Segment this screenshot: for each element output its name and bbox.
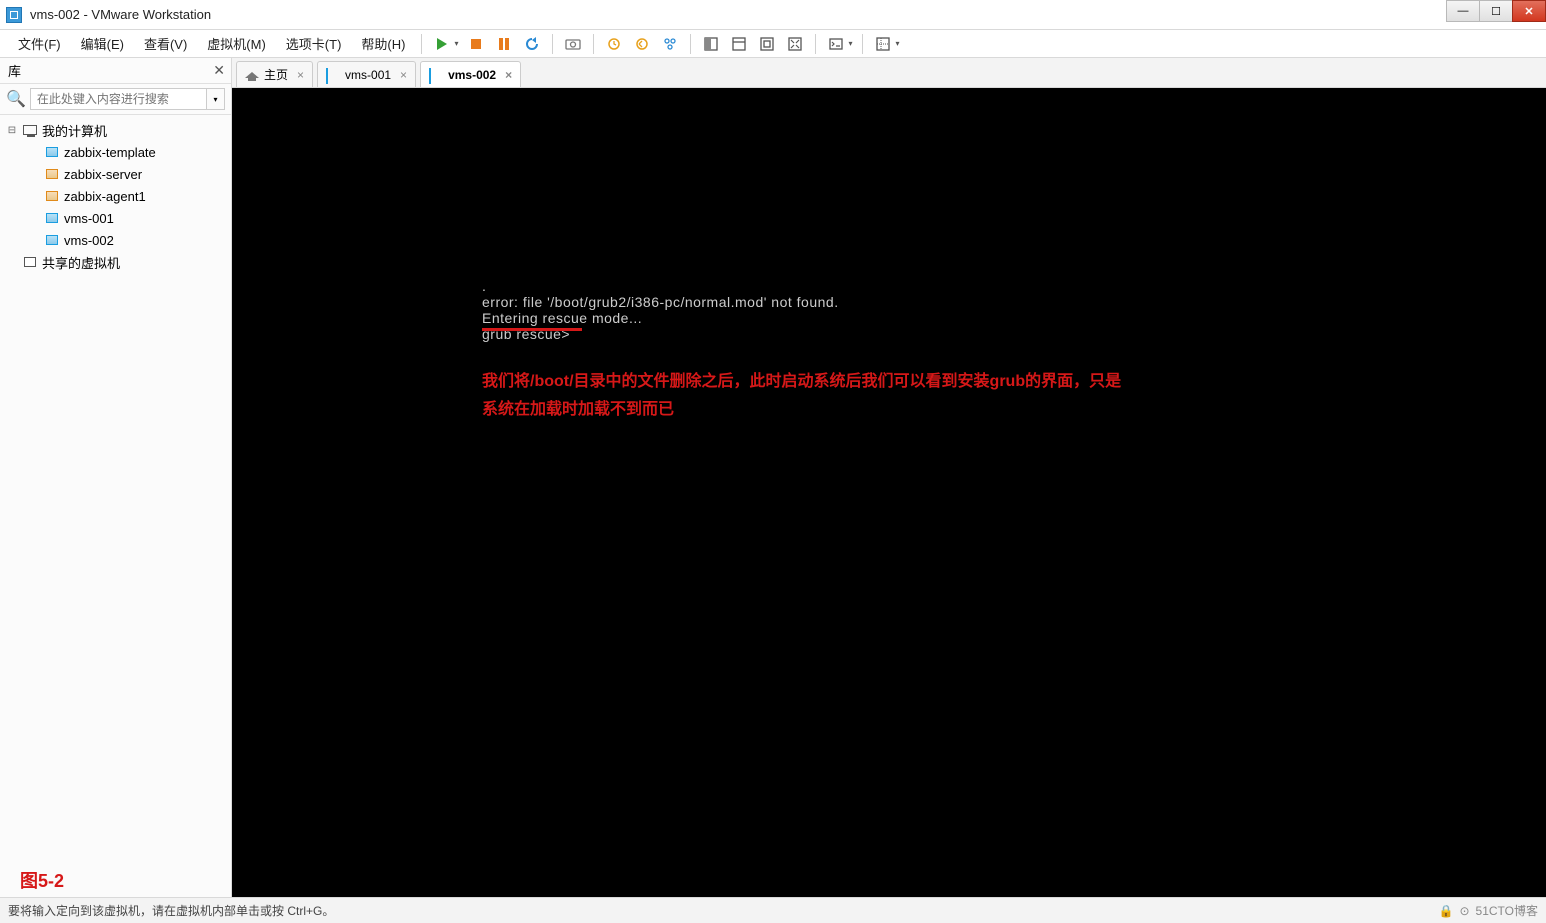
status-right: 🔒 ⊙ 51CTO博客 (1439, 902, 1538, 919)
menubar: 文件(F) 编辑(E) 查看(V) 虚拟机(M) 选项卡(T) 帮助(H) ▾ … (0, 30, 1546, 58)
menu-help[interactable]: 帮助(H) (351, 30, 415, 57)
tab-label: 主页 (264, 66, 288, 83)
sidebar-title: 库 (8, 61, 21, 80)
console-line: error: file '/boot/grub2/i386-pc/normal.… (482, 294, 1546, 310)
snapshot-revert-button[interactable] (630, 32, 654, 56)
tree-item-label: zabbix-template (64, 145, 156, 160)
tree-item-label: zabbix-server (64, 167, 142, 182)
snapshot-manage-button[interactable] (658, 32, 682, 56)
stretch-button[interactable] (871, 32, 895, 56)
sidebar-search: 🔍 ▾ (0, 84, 231, 115)
stop-button[interactable] (464, 32, 488, 56)
status-device-icon[interactable]: ⊙ (1459, 904, 1469, 918)
stretch-dropdown[interactable]: ▾ (895, 39, 899, 48)
annotation-line: 我们将/boot/目录中的文件删除之后，此时启动系统后我们可以看到安装grub的… (482, 368, 1121, 396)
minimize-button[interactable]: — (1446, 0, 1480, 22)
underline-annotation (482, 328, 582, 331)
toolbar-separator (690, 34, 691, 54)
maximize-button[interactable]: ☐ (1479, 0, 1513, 22)
vm-icon (44, 232, 60, 248)
titlebar: vms-002 - VMware Workstation — ☐ ✕ (0, 0, 1546, 30)
vm-icon (326, 69, 340, 81)
watermark: 51CTO博客 (1476, 902, 1538, 919)
tab-close-icon[interactable]: × (505, 68, 512, 82)
search-dropdown[interactable]: ▾ (207, 88, 225, 110)
console-button[interactable] (824, 32, 848, 56)
view-fitwindow-button[interactable] (727, 32, 751, 56)
console-dropdown[interactable]: ▾ (848, 39, 852, 48)
vm-icon (44, 144, 60, 160)
vm-icon (44, 210, 60, 226)
tree-item-zabbix-server[interactable]: zabbix-server (22, 163, 231, 185)
search-input[interactable] (30, 88, 207, 110)
tab-vms-001[interactable]: vms-001 × (317, 61, 416, 87)
collapse-icon[interactable]: ⊟ (6, 125, 18, 136)
vm-icon (429, 69, 443, 81)
tree-root-mycomputer[interactable]: ⊟ 我的计算机 (0, 119, 231, 141)
menu-view[interactable]: 查看(V) (134, 30, 197, 57)
tab-bar: 主页 × vms-001 × vms-002 × (232, 58, 1546, 88)
menu-edit[interactable]: 编辑(E) (71, 30, 134, 57)
console-line: Entering rescue mode... (482, 310, 1546, 326)
tree-item-zabbix-template[interactable]: zabbix-template (22, 141, 231, 163)
menu-tabs[interactable]: 选项卡(T) (276, 30, 352, 57)
tab-close-icon[interactable]: × (400, 68, 407, 82)
tree-item-zabbix-agent1[interactable]: zabbix-agent1 (22, 185, 231, 207)
menu-file[interactable]: 文件(F) (8, 30, 71, 57)
vm-console[interactable]: . error: file '/boot/grub2/i386-pc/norma… (232, 88, 1546, 897)
tab-label: vms-002 (448, 68, 496, 82)
tree-item-vms-002[interactable]: vms-002 (22, 229, 231, 251)
tab-vms-002[interactable]: vms-002 × (420, 61, 521, 87)
tree-item-label: vms-001 (64, 211, 114, 226)
menu-vm[interactable]: 虚拟机(M) (197, 30, 276, 57)
tree-root-label: 我的计算机 (42, 121, 107, 140)
statusbar: 要将输入定向到该虚拟机，请在虚拟机内部单击或按 Ctrl+G。 🔒 ⊙ 51CT… (0, 897, 1546, 923)
app-icon (6, 7, 22, 23)
console-line: . (482, 278, 1546, 294)
tab-close-icon[interactable]: × (297, 68, 304, 82)
tree-item-vms-001[interactable]: vms-001 (22, 207, 231, 229)
view-fitguest-button[interactable] (699, 32, 723, 56)
shared-icon (22, 254, 38, 270)
toolbar-separator (862, 34, 863, 54)
status-device-icon[interactable]: 🔒 (1439, 904, 1454, 918)
window-controls: — ☐ ✕ (1447, 0, 1546, 22)
tree-shared-vms[interactable]: 共享的虚拟机 (0, 251, 231, 273)
toolbar-separator (421, 34, 422, 54)
tree-item-label: vms-002 (64, 233, 114, 248)
vm-icon (44, 188, 60, 204)
figure-label: 图5-2 (20, 867, 64, 893)
console-prompt: grub rescue> (482, 326, 1546, 342)
toolbar-separator (552, 34, 553, 54)
restart-button[interactable] (520, 32, 544, 56)
annotation-text: 我们将/boot/目录中的文件删除之后，此时启动系统后我们可以看到安装grub的… (482, 368, 1121, 424)
status-text: 要将输入定向到该虚拟机，请在虚拟机内部单击或按 Ctrl+G。 (8, 902, 334, 919)
tree-shared-label: 共享的虚拟机 (42, 253, 120, 272)
play-button[interactable] (430, 32, 454, 56)
play-dropdown[interactable]: ▾ (454, 39, 458, 48)
tree-item-label: zabbix-agent1 (64, 189, 146, 204)
vm-icon (44, 166, 60, 182)
toolbar-separator (815, 34, 816, 54)
home-icon (245, 69, 259, 81)
computer-icon (22, 122, 38, 138)
view-unity-button[interactable] (755, 32, 779, 56)
sidebar-header: 库 ✕ (0, 58, 231, 84)
toolbar-separator (593, 34, 594, 54)
window-title: vms-002 - VMware Workstation (30, 7, 211, 22)
pause-button[interactable] (492, 32, 516, 56)
snapshot-take-button[interactable] (602, 32, 626, 56)
tab-主页[interactable]: 主页 × (236, 61, 313, 87)
view-fullscreen-button[interactable] (783, 32, 807, 56)
sidebar-close-icon[interactable]: ✕ (213, 62, 225, 79)
sidebar: 库 ✕ 🔍 ▾ ⊟ 我的计算机 zabbix-template zabbix-se… (0, 58, 232, 897)
main-area: 主页 × vms-001 × vms-002 × . error: file '/boot… (232, 58, 1546, 897)
snapshot-button[interactable] (561, 32, 585, 56)
search-icon: 🔍 (6, 89, 26, 109)
close-button[interactable]: ✕ (1512, 0, 1546, 22)
annotation-line: 系统在加载时加载不到而已 (482, 396, 1121, 424)
library-tree: ⊟ 我的计算机 zabbix-template zabbix-server zabb… (0, 115, 231, 897)
tab-label: vms-001 (345, 68, 391, 82)
